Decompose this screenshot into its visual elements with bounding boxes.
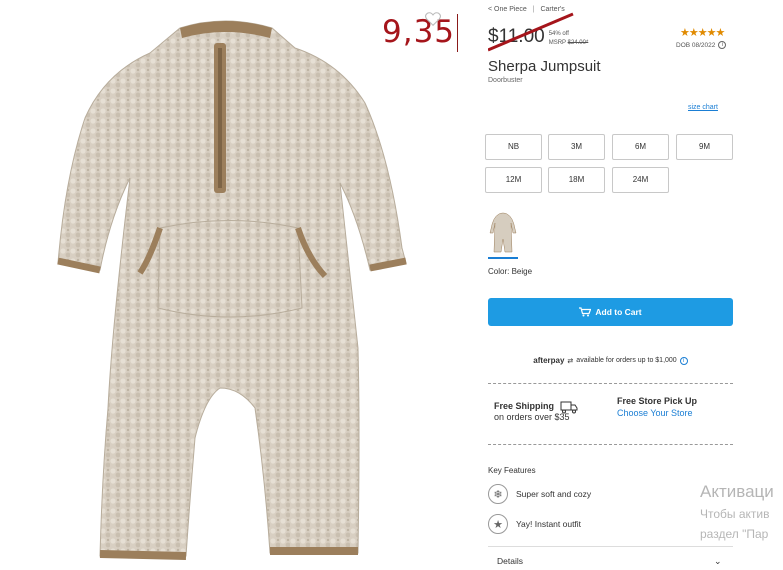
product-image (40, 8, 425, 566)
feature-item: ★ Yay! Instant outfit (488, 514, 581, 534)
swatch-thumbnail (489, 212, 517, 253)
msrp: MSRP $24.00* (549, 39, 589, 48)
product-subtitle: Doorbuster (488, 77, 523, 84)
product-title: Sherpa Jumpsuit (488, 58, 601, 75)
msrp-label: MSRP (548, 40, 566, 46)
star-rating[interactable]: ★★★★★ (680, 26, 725, 39)
info-icon[interactable]: i (718, 41, 727, 49)
info-icon[interactable]: i (679, 356, 688, 365)
overlay-price: 9,35 (382, 14, 456, 50)
free-shipping-sub: on orders over $35 (494, 412, 570, 422)
details-accordion[interactable]: Details (497, 556, 523, 566)
feature-label: Yay! Instant outfit (516, 519, 582, 529)
add-to-cart-button[interactable]: Add to Cart (488, 298, 733, 326)
breadcrumb-separator: | (532, 6, 535, 13)
feature-label: Super soft and cozy (516, 489, 592, 499)
dob-info: DOB 08/2022 i (676, 41, 727, 49)
color-swatch-beige[interactable] (488, 211, 518, 259)
free-shipping-info: Free Shipping on orders over $35 (494, 401, 570, 423)
overlay-divider (457, 14, 458, 52)
size-option-6m[interactable]: 6M (612, 134, 669, 160)
divider (488, 383, 733, 384)
breadcrumb-brand[interactable]: Carter's (540, 6, 564, 13)
sherpa-jumpsuit-image (57, 20, 407, 560)
size-option-18m[interactable]: 18M (548, 167, 605, 193)
activation-watermark-title: Активаци (700, 482, 774, 501)
breadcrumb: < One Piece | Carter's (488, 6, 565, 13)
activation-watermark-line: раздел "Пар (700, 527, 769, 541)
free-shipping-title: Free Shipping (494, 401, 555, 411)
size-option-nb[interactable]: NB (485, 134, 542, 160)
size-option-9m[interactable]: 9M (676, 134, 733, 160)
star-badge-icon: ★ (488, 514, 508, 534)
cart-icon (579, 307, 592, 317)
activation-watermark-line: Чтобы актив (700, 507, 770, 521)
afterpay-loop-icon: ⇄ (567, 357, 574, 365)
heart-icon[interactable] (424, 10, 442, 28)
snowflake-icon: ❄ (488, 484, 508, 504)
afterpay-text: available for orders up to $1,000 (576, 357, 677, 364)
key-features-title: Key Features (488, 466, 536, 475)
size-option-12m[interactable]: 12M (485, 167, 542, 193)
afterpay-info: afterpay ⇄ available for orders up to $1… (488, 356, 733, 365)
store-pickup-info: Free Store Pick Up Choose Your Store (617, 395, 697, 419)
divider (488, 546, 733, 547)
afterpay-logo: afterpay (533, 356, 565, 365)
price-row: $11.00 54% off MSRP $24.00* (488, 26, 588, 48)
add-to-cart-label: Add to Cart (595, 307, 642, 317)
size-option-24m[interactable]: 24M (612, 167, 669, 193)
feature-item: ❄ Super soft and cozy (488, 484, 591, 504)
dob-text: DOB 08/2022 (676, 41, 716, 49)
size-chart-link[interactable]: size chart (688, 104, 718, 111)
store-pickup-title: Free Store Pick Up (617, 396, 698, 406)
percent-off: 54% off (548, 31, 569, 37)
current-price: $11.00 (488, 26, 545, 47)
msrp-value: $24.00* (567, 40, 589, 46)
chevron-down-icon[interactable]: ⌄ (714, 556, 722, 567)
truck-icon (560, 401, 578, 414)
price-meta: 54% off MSRP $24.00* (549, 30, 589, 48)
divider (488, 444, 733, 445)
choose-store-link[interactable]: Choose Your Store (617, 407, 697, 419)
breadcrumb-category[interactable]: < One Piece (488, 6, 527, 13)
size-option-3m[interactable]: 3M (548, 134, 605, 160)
color-label: Color: Beige (488, 267, 533, 276)
